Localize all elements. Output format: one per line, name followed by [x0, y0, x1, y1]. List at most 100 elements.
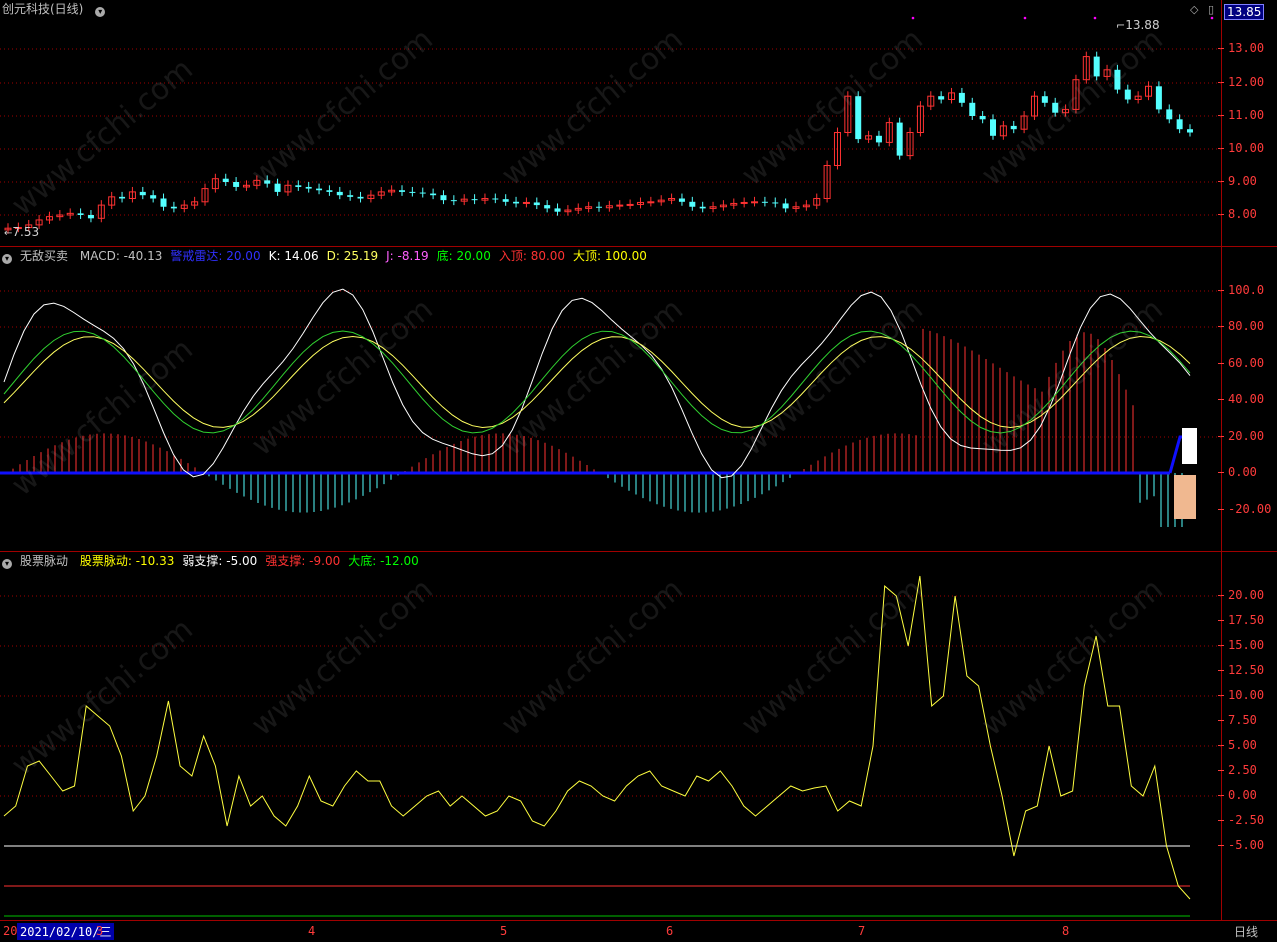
candle-body — [430, 193, 437, 196]
month-label: 4 — [308, 924, 316, 938]
candle-body — [554, 208, 561, 212]
ind-item-value: 20.00 — [226, 249, 261, 263]
candle-body — [782, 203, 789, 209]
pulse-tick: 2.50 — [1218, 763, 1257, 777]
candle-body — [492, 198, 499, 200]
current-price-tag: 13.85 — [1224, 4, 1265, 20]
candle-body — [1155, 86, 1162, 110]
marker-dot — [1093, 16, 1097, 20]
candle-body — [1093, 56, 1100, 77]
candle-body — [170, 206, 177, 209]
pulse-tick: 15.00 — [1217, 638, 1265, 652]
candle-body — [699, 206, 706, 209]
candle-body — [399, 190, 405, 192]
pulse-tick: 20.00 — [1217, 588, 1265, 602]
candle-body — [160, 198, 167, 207]
candle-body — [875, 135, 882, 143]
candle-body — [544, 205, 551, 209]
radar-block-orange — [1174, 475, 1196, 519]
candle-body — [1187, 129, 1193, 133]
indicator-name[interactable]: 无敌买卖 — [20, 249, 68, 263]
candle-body — [522, 201, 530, 204]
pulse-menu-icon[interactable]: ▾ — [2, 559, 12, 569]
indicator-tick: 40.00 — [1217, 392, 1265, 406]
candle-body — [440, 195, 447, 201]
candle-body — [772, 202, 779, 204]
candle-body — [1124, 89, 1131, 100]
radar-block-white — [1182, 428, 1197, 464]
date-bar: 20 2021/02/10/三 345678 日线 — [0, 920, 1277, 942]
candle-body — [357, 196, 364, 199]
price-tick: 13.00 — [1217, 41, 1265, 55]
indicator-menu-icon[interactable]: ▾ — [2, 254, 12, 264]
candle-body — [87, 215, 94, 219]
period-label[interactable]: 日线 — [1234, 923, 1258, 940]
pulse-tick: 17.50 — [1217, 613, 1265, 627]
pulse-item-value: -9.00 — [309, 554, 341, 568]
ind-item-value: -8.19 — [397, 249, 429, 263]
ind-item-label: 入顶: — [498, 249, 531, 263]
indicator-tick: 20.00 — [1217, 429, 1265, 443]
ind-item-value: 80.00 — [530, 249, 566, 263]
candle-body — [316, 188, 323, 191]
candle-body — [295, 185, 302, 187]
date-prefix: 20 — [3, 924, 18, 938]
candle-body — [77, 213, 84, 215]
candle-body — [409, 191, 416, 193]
ind-item: 底: 20.00 — [437, 249, 491, 263]
candle-body — [616, 204, 624, 207]
ind-item-value: 14.06 — [284, 249, 319, 263]
candle-body — [678, 198, 685, 202]
price-tick: 9.00 — [1218, 174, 1257, 188]
price-axis — [1221, 0, 1277, 920]
low-price-label: ←7.53 — [4, 225, 40, 239]
ind-item: K: 14.06 — [269, 249, 319, 263]
candle-body — [326, 190, 333, 192]
ind-item-label: 警戒雷达: — [170, 249, 227, 263]
ind-item: 警戒雷达: 20.00 — [170, 249, 260, 263]
candle-body — [647, 201, 655, 204]
pulse-item-label: 弱支撑: — [182, 554, 227, 568]
candle-body — [264, 180, 271, 184]
ind-item: 大顶: 100.00 — [573, 249, 647, 263]
d-line — [3, 335, 1191, 429]
month-label: 8 — [1062, 924, 1070, 938]
month-label: 5 — [500, 924, 508, 938]
candle-body — [990, 119, 996, 136]
candle-body — [626, 203, 634, 206]
candle-body — [761, 201, 768, 203]
candle-body — [233, 182, 240, 187]
ind-item-label: J: — [386, 249, 398, 263]
candle-body — [419, 192, 426, 194]
candle-body — [596, 206, 602, 208]
marker-dot — [1023, 16, 1027, 20]
pulse-name[interactable]: 股票脉动 — [20, 554, 68, 568]
ind-item-label: 大顶: — [573, 249, 605, 263]
pulse-item-label: 强支撑: — [265, 554, 310, 568]
candle-body — [150, 195, 157, 199]
k-line — [3, 288, 1191, 479]
candle-body — [471, 199, 478, 201]
price-tick: 8.00 — [1218, 207, 1257, 221]
month-label: 7 — [858, 924, 866, 938]
pulse-tick: -2.50 — [1217, 813, 1265, 827]
pulse-tick: -5.00 — [1217, 838, 1265, 852]
candle-body — [740, 201, 748, 204]
marker-dot — [911, 16, 915, 20]
candle-body — [958, 92, 965, 103]
pulse-header: ▾ 股票脉动 股票脉动: -10.33 弱支撑: -5.00 强支撑: -9.00 大底… — [2, 553, 435, 569]
chart-canvas[interactable] — [0, 0, 1221, 920]
candle-body — [1166, 109, 1173, 120]
candle-body — [533, 202, 540, 206]
indicator-tick: 80.00 — [1217, 319, 1265, 333]
candle-body — [979, 116, 986, 120]
candle-body — [896, 122, 903, 156]
candle-body — [347, 195, 354, 197]
candle-body — [969, 102, 976, 116]
indicator-header: ▾ 无敌买卖 MACD: -40.13 警戒雷达: 20.00 K: 14.06 D: … — [2, 248, 663, 264]
marker-dot — [1210, 16, 1214, 20]
month-label: 3 — [96, 924, 104, 938]
month-label: 6 — [666, 924, 674, 938]
ind-item: J: -8.19 — [386, 249, 428, 263]
ind-item-value: 25.19 — [343, 249, 379, 263]
